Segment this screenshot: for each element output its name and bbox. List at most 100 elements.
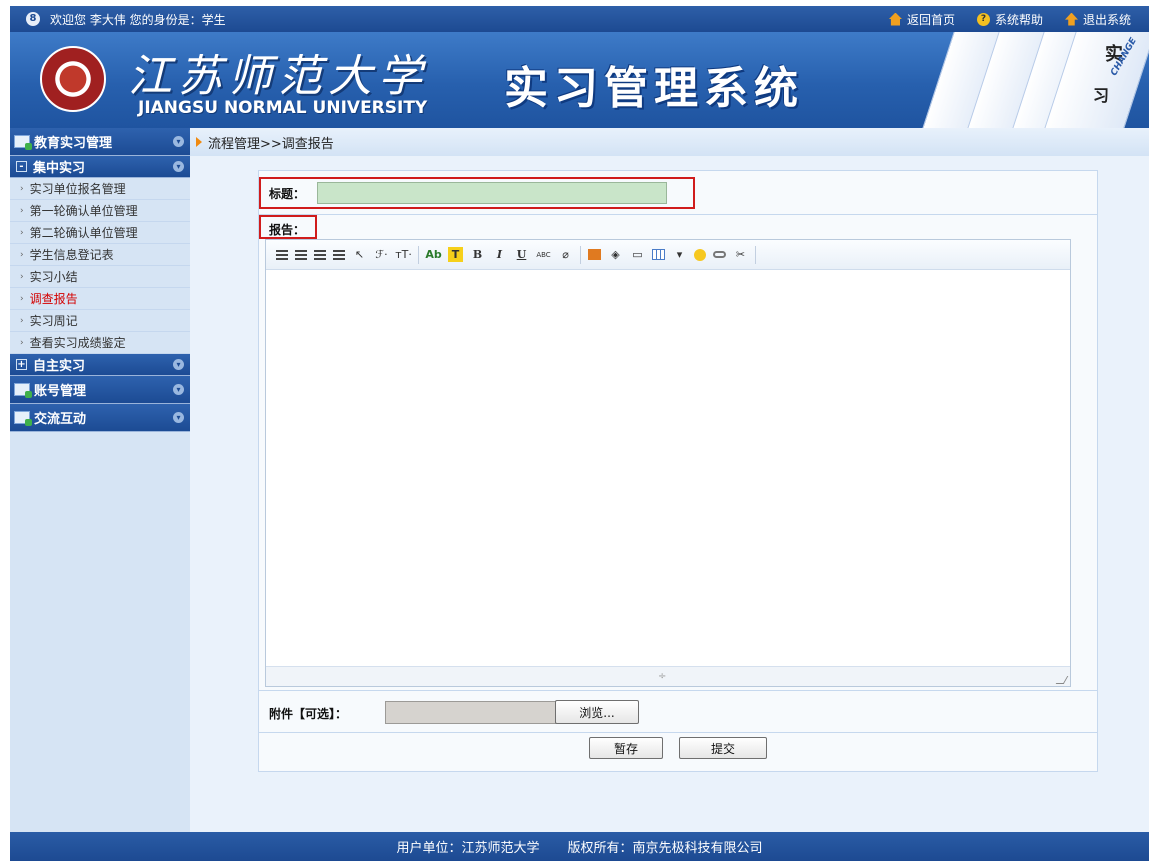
bullet-icon: › [20, 293, 24, 304]
toolbar-separator [580, 245, 581, 264]
sidebar-item-label: 学生信息登记表 [29, 248, 114, 262]
banner-card-char: 习 [1092, 86, 1109, 105]
editor-resize-bar[interactable]: ÷ [266, 666, 1070, 686]
sidebar-item-second-round[interactable]: › 第二轮确认单位管理 [10, 222, 190, 244]
font-color-button[interactable]: Ab [425, 247, 441, 262]
pointer-icon[interactable]: ↖ [352, 247, 367, 262]
font-family-button[interactable]: ℱ· [374, 247, 389, 262]
bullet-icon: › [20, 183, 24, 194]
sidebar-section-communication[interactable]: 交流互动 ▾ [10, 404, 190, 432]
attachment-file-field[interactable] [385, 701, 557, 724]
sidebar-group-label: 集中实习 [33, 161, 86, 176]
exit-link[interactable]: 退出系统 [1064, 11, 1131, 28]
resize-corner-icon[interactable] [1055, 676, 1069, 684]
report-form: 标题： 报告： ↖ ℱ· тT· Ab T B I U ABC ⌀ ◈ ▭ ▾ … [258, 170, 1098, 772]
align-center-icon[interactable] [295, 249, 307, 260]
sidebar-item-label: 实习单位报名管理 [29, 182, 126, 196]
arrow-right-icon [196, 137, 202, 147]
home-link[interactable]: 返回首页 [888, 11, 955, 28]
university-name-en: JIANGSU NORMAL UNIVERSITY [138, 98, 428, 118]
font-size-button[interactable]: тT· [395, 247, 412, 262]
report-edit-area[interactable] [266, 270, 1070, 666]
footer-unit: 用户单位：江苏师范大学 [396, 841, 540, 856]
align-left-icon[interactable] [276, 249, 288, 260]
underline-button[interactable]: U [514, 247, 529, 262]
chevron-down-icon: ▾ [173, 161, 184, 172]
browse-button[interactable]: 浏览... [555, 700, 639, 724]
eraser-icon[interactable]: ⌀ [558, 247, 573, 262]
media-icon[interactable]: ▭ [630, 247, 645, 262]
sidebar-item-label: 实习周记 [29, 314, 78, 328]
help-link-label: 系统帮助 [994, 12, 1043, 27]
sidebar-section-account[interactable]: 账号管理 ▾ [10, 376, 190, 404]
home-icon [888, 12, 902, 26]
sidebar-item-label: 实习小结 [29, 270, 78, 284]
folder-icon [14, 383, 32, 398]
sidebar-group-independent[interactable]: + 自主实习 ▾ [10, 354, 190, 376]
welcome-text: 欢迎您 李大伟 您的身份是：学生 [50, 12, 226, 27]
sidebar-item-label: 查看实习成绩鉴定 [29, 336, 126, 350]
top-links: 返回首页 ? 系统帮助 退出系统 [888, 11, 1131, 28]
help-link[interactable]: ? 系统帮助 [976, 11, 1043, 28]
sidebar-item-grade-review[interactable]: › 查看实习成绩鉴定 [10, 332, 190, 354]
main-content: 标题： 报告： ↖ ℱ· тT· Ab T B I U ABC ⌀ ◈ ▭ ▾ … [190, 156, 1149, 832]
highlight-button[interactable]: T [448, 247, 463, 262]
title-highlight-box [259, 177, 695, 209]
sidebar-item-weekly-journal[interactable]: › 实习周记 [10, 310, 190, 332]
sidebar-section-education[interactable]: 教育实习管理 ▾ [10, 128, 190, 156]
banner: 江苏师范大学 JIANGSU NORMAL UNIVERSITY 实习管理系统 … [10, 32, 1149, 128]
save-draft-button[interactable]: 暂存 [589, 737, 663, 759]
sidebar-section-label: 教育实习管理 [34, 136, 113, 151]
rich-text-editor: ↖ ℱ· тT· Ab T B I U ABC ⌀ ◈ ▭ ▾ ✂ ÷ [265, 239, 1071, 687]
top-bar: 8 欢迎您 李大伟 您的身份是：学生 返回首页 ? 系统帮助 退出系统 [10, 6, 1149, 32]
bullet-icon: › [20, 271, 24, 282]
university-name-cn: 江苏师范大学 [128, 51, 428, 102]
exit-icon [1064, 12, 1078, 26]
folder-icon [14, 135, 32, 150]
image-icon[interactable] [588, 249, 601, 260]
horizontal-rule-icon[interactable]: ▾ [672, 247, 687, 262]
resize-grip-icon: ÷ [658, 671, 667, 682]
bullet-icon: › [20, 227, 24, 238]
page: 8 欢迎您 李大伟 您的身份是：学生 返回首页 ? 系统帮助 退出系统 江苏师范… [0, 0, 1159, 861]
attachment-label: 附件【可选】： [269, 707, 348, 721]
editor-toolbar: ↖ ℱ· тT· Ab T B I U ABC ⌀ ◈ ▭ ▾ ✂ [266, 240, 1070, 270]
sidebar-item-first-round[interactable]: › 第一轮确认单位管理 [10, 200, 190, 222]
chevron-down-icon: ▾ [173, 359, 184, 370]
user-icon: 8 [26, 12, 40, 26]
bullet-icon: › [20, 205, 24, 216]
sidebar-item-summary[interactable]: › 实习小结 [10, 266, 190, 288]
link-icon[interactable] [713, 251, 726, 258]
chevron-down-icon: ▾ [173, 412, 184, 423]
sidebar: 教育实习管理 ▾ - 集中实习 ▾ › 实习单位报名管理 › 第一轮确认单位管理 ›… [10, 128, 190, 832]
expand-icon: - [16, 161, 27, 172]
strikethrough-button[interactable]: ABC [536, 247, 551, 262]
home-link-label: 返回首页 [906, 12, 955, 27]
title-row: 标题： [259, 171, 1097, 215]
unlink-icon[interactable]: ✂ [733, 247, 748, 262]
toolbar-separator [755, 245, 756, 264]
bullet-icon: › [20, 337, 24, 348]
bullet-icon: › [20, 249, 24, 260]
toolbar-separator [418, 245, 419, 264]
sidebar-section-label: 账号管理 [34, 384, 87, 399]
align-right-icon[interactable] [314, 249, 326, 260]
submit-button[interactable]: 提交 [679, 737, 767, 759]
italic-button[interactable]: I [492, 247, 507, 262]
sidebar-item-student-info[interactable]: › 学生信息登记表 [10, 244, 190, 266]
sidebar-item-survey-report[interactable]: › 调查报告 [10, 288, 190, 310]
table-icon[interactable] [652, 249, 665, 260]
sidebar-section-label: 交流互动 [34, 412, 87, 427]
banner-cards-decoration: 实 习 CHANGE [921, 32, 1149, 128]
sidebar-item-label: 第二轮确认单位管理 [29, 226, 138, 240]
emoticon-icon[interactable] [694, 248, 706, 261]
bold-button[interactable]: B [470, 247, 485, 262]
sidebar-item-signup[interactable]: › 实习单位报名管理 [10, 178, 190, 200]
breadcrumb-bar: 流程管理>>调查报告 [190, 128, 1149, 156]
sidebar-group-centralized[interactable]: - 集中实习 ▾ [10, 156, 190, 178]
align-justify-icon[interactable] [333, 249, 345, 260]
chevron-down-icon: ▾ [173, 136, 184, 147]
flash-icon[interactable]: ◈ [608, 247, 623, 262]
sidebar-item-label: 第一轮确认单位管理 [29, 204, 138, 218]
exit-link-label: 退出系统 [1082, 12, 1131, 27]
